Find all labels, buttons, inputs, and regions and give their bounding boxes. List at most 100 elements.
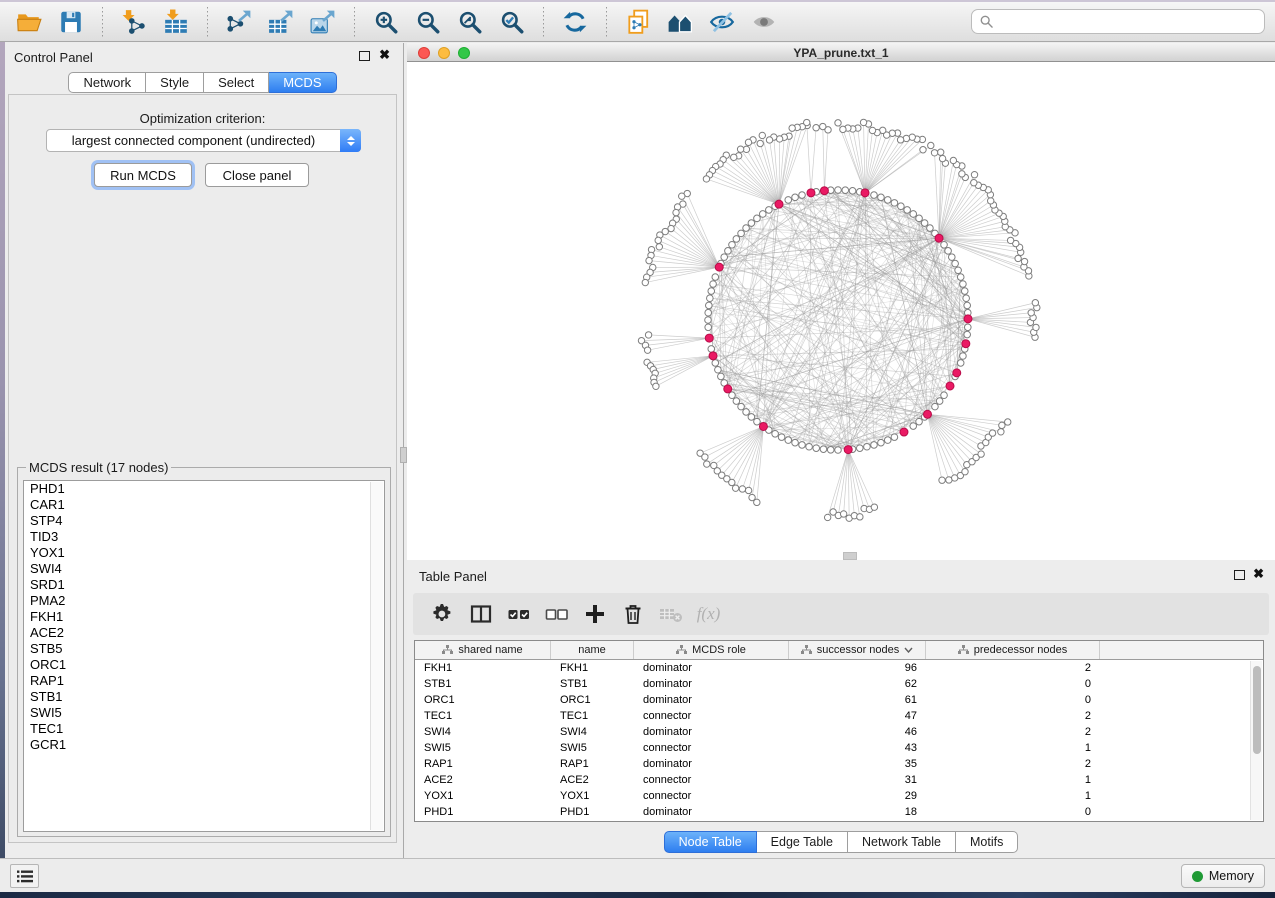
table-close-icon[interactable]: ✖ — [1253, 567, 1264, 581]
run-mcds-button[interactable]: Run MCDS — [94, 163, 192, 187]
result-node[interactable]: SWI5 — [24, 705, 384, 721]
export-network-button[interactable] — [224, 7, 254, 37]
table-float-icon[interactable] — [1234, 570, 1245, 580]
result-node[interactable]: FKH1 — [24, 609, 384, 625]
table-cell: STB1 — [415, 676, 551, 692]
result-node[interactable]: YOX1 — [24, 545, 384, 561]
split-view-icon — [469, 602, 493, 626]
table-row[interactable]: FKH1FKH1dominator962 — [415, 660, 1263, 676]
zoom-out-button[interactable] — [413, 7, 443, 37]
column-header-successor-nodes[interactable]: successor nodes — [789, 641, 926, 659]
table-tab-node-table[interactable]: Node Table — [664, 831, 757, 853]
control-panel-tabs: NetworkStyleSelectMCDS — [5, 72, 400, 93]
table-cell: connector — [634, 788, 789, 804]
table-row[interactable]: PHD1PHD1dominator180 — [415, 804, 1263, 820]
zoom-fit-button[interactable] — [455, 7, 485, 37]
table-row[interactable]: YOX1YOX1connector291 — [415, 788, 1263, 804]
duplicate-network-button[interactable] — [623, 7, 653, 37]
result-node[interactable]: SWI4 — [24, 561, 384, 577]
result-node[interactable]: PMA2 — [24, 593, 384, 609]
result-node[interactable]: ORC1 — [24, 657, 384, 673]
result-node[interactable]: STB5 — [24, 641, 384, 657]
memory-button[interactable]: Memory — [1181, 864, 1265, 888]
result-node[interactable]: STB1 — [24, 689, 384, 705]
network-window-titlebar: YPA_prune.txt_1 — [407, 43, 1275, 62]
splitter-collapse-handle[interactable] — [400, 447, 407, 463]
table-row[interactable]: ACE2ACE2connector311 — [415, 772, 1263, 788]
table-cell: PHD1 — [415, 804, 551, 820]
horizontal-splitter-handle[interactable] — [843, 552, 857, 560]
open-file-button[interactable] — [14, 7, 44, 37]
result-node[interactable]: CAR1 — [24, 497, 384, 513]
column-header-MCDS-role[interactable]: MCDS role — [634, 641, 789, 659]
export-image-button[interactable] — [308, 7, 338, 37]
table-row[interactable]: RAP1RAP1dominator352 — [415, 756, 1263, 772]
result-node[interactable]: GCR1 — [24, 737, 384, 753]
mcds-tab-content: Optimization criterion: largest connecte… — [8, 94, 397, 843]
result-node[interactable]: PHD1 — [24, 481, 384, 497]
tab-mcds[interactable]: MCDS — [269, 72, 336, 93]
refresh-icon — [562, 9, 588, 35]
table-row[interactable]: STB1STB1dominator620 — [415, 676, 1263, 692]
table-cell: connector — [634, 708, 789, 724]
result-node[interactable]: TID3 — [24, 529, 384, 545]
hide-selected-button[interactable] — [707, 7, 737, 37]
save-session-button[interactable] — [56, 7, 86, 37]
tab-network[interactable]: Network — [68, 72, 146, 93]
network-canvas[interactable] — [407, 62, 1275, 560]
table-row[interactable]: TEC1TEC1connector472 — [415, 708, 1263, 724]
table-scrollbar-thumb[interactable] — [1253, 666, 1261, 754]
table-tab-network-table[interactable]: Network Table — [848, 831, 956, 853]
select-all-rows-button[interactable] — [505, 601, 532, 628]
add-column-button[interactable] — [581, 601, 608, 628]
vertical-splitter[interactable] — [400, 43, 407, 858]
float-panel-icon[interactable] — [359, 51, 370, 61]
table-row[interactable]: SWI5SWI5connector431 — [415, 740, 1263, 756]
list-icon — [17, 870, 33, 883]
close-panel-icon[interactable]: ✖ — [379, 48, 390, 62]
first-neighbors-button[interactable] — [665, 7, 695, 37]
result-node[interactable]: STP4 — [24, 513, 384, 529]
search-box[interactable] — [971, 9, 1265, 34]
close-panel-button[interactable]: Close panel — [205, 163, 309, 187]
network-view-window: YPA_prune.txt_1 — [407, 43, 1275, 560]
table-cell: ACE2 — [551, 772, 634, 788]
column-settings-button[interactable] — [429, 601, 456, 628]
table-panel-title: Table Panel — [419, 569, 487, 584]
deselect-all-rows-button[interactable] — [543, 601, 570, 628]
tab-style[interactable]: Style — [146, 72, 204, 93]
refresh-button[interactable] — [560, 7, 590, 37]
column-header-predecessor-nodes[interactable]: predecessor nodes — [926, 641, 1100, 659]
import-network-icon — [121, 9, 147, 35]
table-scrollbar[interactable] — [1250, 661, 1262, 820]
import-network-button[interactable] — [119, 7, 149, 37]
control-panel: Control Panel ✖ NetworkStyleSelectMCDS O… — [5, 43, 400, 858]
export-table-button[interactable] — [266, 7, 296, 37]
table-body: FKH1FKH1dominator962STB1STB1dominator620… — [415, 660, 1263, 820]
table-tab-edge-table[interactable]: Edge Table — [757, 831, 848, 853]
criterion-select[interactable]: largest connected component (undirected) — [46, 129, 361, 152]
zoom-in-button[interactable] — [371, 7, 401, 37]
column-header-name[interactable]: name — [551, 641, 634, 659]
result-node[interactable]: TEC1 — [24, 721, 384, 737]
result-node[interactable]: ACE2 — [24, 625, 384, 641]
table-row[interactable]: SWI4SWI4dominator462 — [415, 724, 1263, 740]
delete-column-button[interactable] — [619, 601, 646, 628]
result-node[interactable]: RAP1 — [24, 673, 384, 689]
result-node[interactable]: SRD1 — [24, 577, 384, 593]
split-view-button[interactable] — [467, 601, 494, 628]
column-header-shared-name[interactable]: shared name — [415, 641, 551, 659]
result-list-scrollbar[interactable] — [370, 482, 383, 830]
table-tab-motifs[interactable]: Motifs — [956, 831, 1018, 853]
import-table-button[interactable] — [161, 7, 191, 37]
toolbar-separator — [354, 7, 355, 37]
task-history-button[interactable] — [10, 864, 39, 888]
show-all-button[interactable] — [749, 7, 779, 37]
show-all-icon — [751, 9, 777, 35]
zoom-selected-button[interactable] — [497, 7, 527, 37]
search-input[interactable] — [999, 15, 1256, 29]
table-cell: 62 — [789, 676, 926, 692]
hide-selected-icon — [709, 9, 735, 35]
tab-select[interactable]: Select — [204, 72, 269, 93]
table-row[interactable]: ORC1ORC1dominator610 — [415, 692, 1263, 708]
